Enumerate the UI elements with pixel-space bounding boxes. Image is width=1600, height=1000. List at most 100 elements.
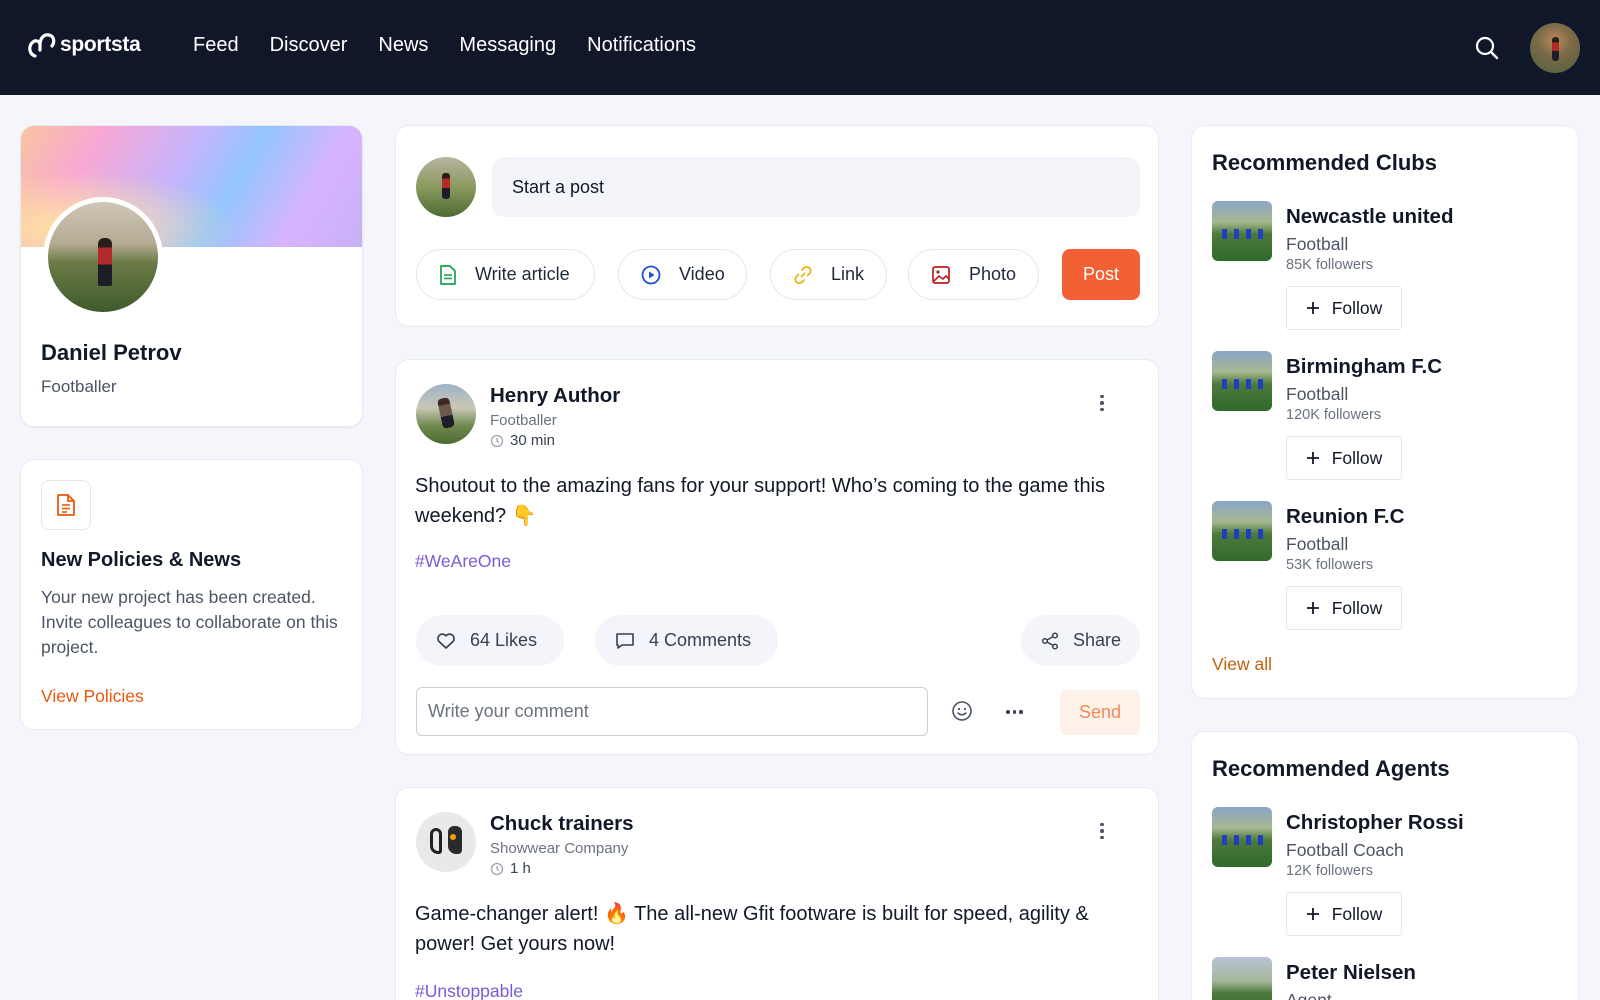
article-icon — [440, 264, 456, 285]
profile-role: Footballer — [41, 377, 117, 396]
video-label: Video — [679, 264, 725, 284]
follow-label: Follow — [1331, 903, 1383, 924]
feed-post: Henry Author Footballer 30 min Shoutout … — [395, 359, 1159, 755]
post-time-text: 1 h — [510, 860, 531, 877]
top-navbar: sportsta Feed Discover News Messaging No… — [0, 0, 1600, 95]
recommended-clubs-title: Recommended Clubs — [1212, 150, 1437, 175]
send-button[interactable]: Send — [1060, 690, 1140, 735]
post-author-role: Showwear Company — [490, 840, 629, 857]
post-composer: Start a post Write article Video Link Ph… — [395, 125, 1159, 327]
plus-icon — [1306, 602, 1319, 614]
document-icon — [41, 480, 91, 530]
agent-followers: 12K followers — [1286, 863, 1374, 879]
follow-label: Follow — [1331, 597, 1383, 618]
agent-type: Agent — [1286, 990, 1332, 1000]
policies-card: New Policies & News Your new project has… — [20, 459, 363, 730]
play-circle-icon — [641, 265, 661, 284]
post-hashtag[interactable]: #WeAreOne — [415, 551, 511, 572]
image-icon — [932, 265, 950, 284]
search-icon[interactable] — [1474, 35, 1500, 61]
agent-name[interactable]: Peter Nielsen — [1286, 961, 1416, 985]
agent-image[interactable] — [1212, 957, 1272, 1000]
link-icon — [794, 265, 812, 284]
more-options-icon[interactable] — [1092, 390, 1112, 416]
policies-title: New Policies & News — [41, 549, 242, 571]
agent-image[interactable] — [1212, 807, 1272, 867]
post-author-name[interactable]: Henry Author — [490, 384, 620, 408]
follow-button[interactable]: Follow — [1286, 286, 1402, 330]
follow-button[interactable]: Follow — [1286, 586, 1402, 630]
recommended-agents-card: Recommended Agents Christopher Rossi Foo… — [1191, 731, 1579, 1000]
brand-logo[interactable]: sportsta — [26, 30, 141, 60]
post-time: 1 h — [490, 860, 531, 877]
post-author-avatar[interactable] — [416, 384, 476, 444]
nav-messaging[interactable]: Messaging — [459, 34, 556, 57]
heart-icon — [437, 632, 455, 649]
follow-button[interactable]: Follow — [1286, 436, 1402, 480]
clock-icon — [490, 862, 504, 875]
feed-post: Chuck trainers Showwear Company 1 h Game… — [395, 787, 1159, 1000]
agent-type: Football Coach — [1286, 840, 1404, 860]
profile-name[interactable]: Daniel Petrov — [41, 340, 182, 366]
club-item: Reunion F.C Football 53K followers Follo… — [1212, 501, 1562, 636]
club-followers: 85K followers — [1286, 257, 1374, 273]
post-author-name[interactable]: Chuck trainers — [490, 812, 634, 836]
comments-count: 4 Comments — [649, 630, 752, 650]
club-name[interactable]: Birmingham F.C — [1286, 355, 1442, 379]
start-post-input[interactable]: Start a post — [492, 157, 1140, 217]
post-text: Shoutout to the amazing fans for your su… — [415, 475, 1106, 527]
club-image[interactable] — [1212, 501, 1272, 561]
club-name[interactable]: Reunion F.C — [1286, 505, 1404, 529]
link-button[interactable]: Link — [770, 249, 887, 300]
club-image[interactable] — [1212, 201, 1272, 261]
nav-discover[interactable]: Discover — [270, 34, 348, 57]
nav-feed[interactable]: Feed — [193, 34, 239, 57]
more-icon[interactable] — [1006, 710, 1023, 714]
view-all-link[interactable]: View all — [1212, 654, 1272, 675]
photo-button[interactable]: Photo — [908, 249, 1039, 300]
post-button[interactable]: Post — [1062, 249, 1140, 300]
share-icon — [1041, 631, 1059, 650]
clock-icon — [490, 434, 504, 447]
post-hashtag[interactable]: #Unstoppable — [415, 981, 523, 1000]
comments-button[interactable]: 4 Comments — [595, 615, 778, 666]
link-label: Link — [831, 264, 865, 284]
profile-avatar[interactable] — [43, 197, 163, 317]
view-policies-link[interactable]: View Policies — [41, 686, 144, 707]
agent-item: Peter Nielsen Agent — [1212, 957, 1562, 1000]
write-article-button[interactable]: Write article — [416, 249, 595, 300]
club-name[interactable]: Newcastle united — [1286, 205, 1453, 229]
like-button[interactable]: 64 Likes — [416, 615, 564, 666]
post-text: Game-changer alert! 🔥 The all-new Gfit f… — [415, 903, 1089, 955]
composer-avatar — [416, 157, 476, 217]
emoji-icon[interactable] — [951, 700, 973, 722]
post-time: 30 min — [490, 432, 555, 449]
write-article-label: Write article — [475, 264, 570, 284]
comment-icon — [616, 632, 634, 649]
club-image[interactable] — [1212, 351, 1272, 411]
video-button[interactable]: Video — [618, 249, 747, 300]
user-avatar[interactable] — [1530, 23, 1580, 73]
post-author-role: Footballer — [490, 412, 557, 429]
likes-count: 64 Likes — [470, 630, 538, 650]
club-item: Birmingham F.C Football 120K followers F… — [1212, 351, 1562, 486]
nav-news[interactable]: News — [378, 34, 428, 57]
comment-input[interactable]: Write your comment — [416, 687, 928, 736]
post-author-avatar[interactable] — [416, 812, 476, 872]
more-options-icon[interactable] — [1092, 818, 1112, 844]
main-nav: Feed Discover News Messaging Notificatio… — [193, 34, 696, 57]
sportsta-logo-icon — [28, 33, 56, 58]
nav-notifications[interactable]: Notifications — [587, 34, 696, 57]
follow-button[interactable]: Follow — [1286, 892, 1402, 936]
share-label: Share — [1073, 630, 1122, 650]
follow-label: Follow — [1331, 447, 1383, 468]
photo-label: Photo — [969, 264, 1017, 284]
share-button[interactable]: Share — [1021, 615, 1140, 666]
club-type: Football — [1286, 234, 1349, 254]
plus-icon — [1306, 302, 1319, 314]
plus-icon — [1306, 452, 1319, 464]
agent-name[interactable]: Christopher Rossi — [1286, 811, 1464, 835]
agent-item: Christopher Rossi Football Coach 12K fol… — [1212, 807, 1562, 942]
plus-icon — [1306, 908, 1319, 920]
club-type: Football — [1286, 384, 1349, 404]
